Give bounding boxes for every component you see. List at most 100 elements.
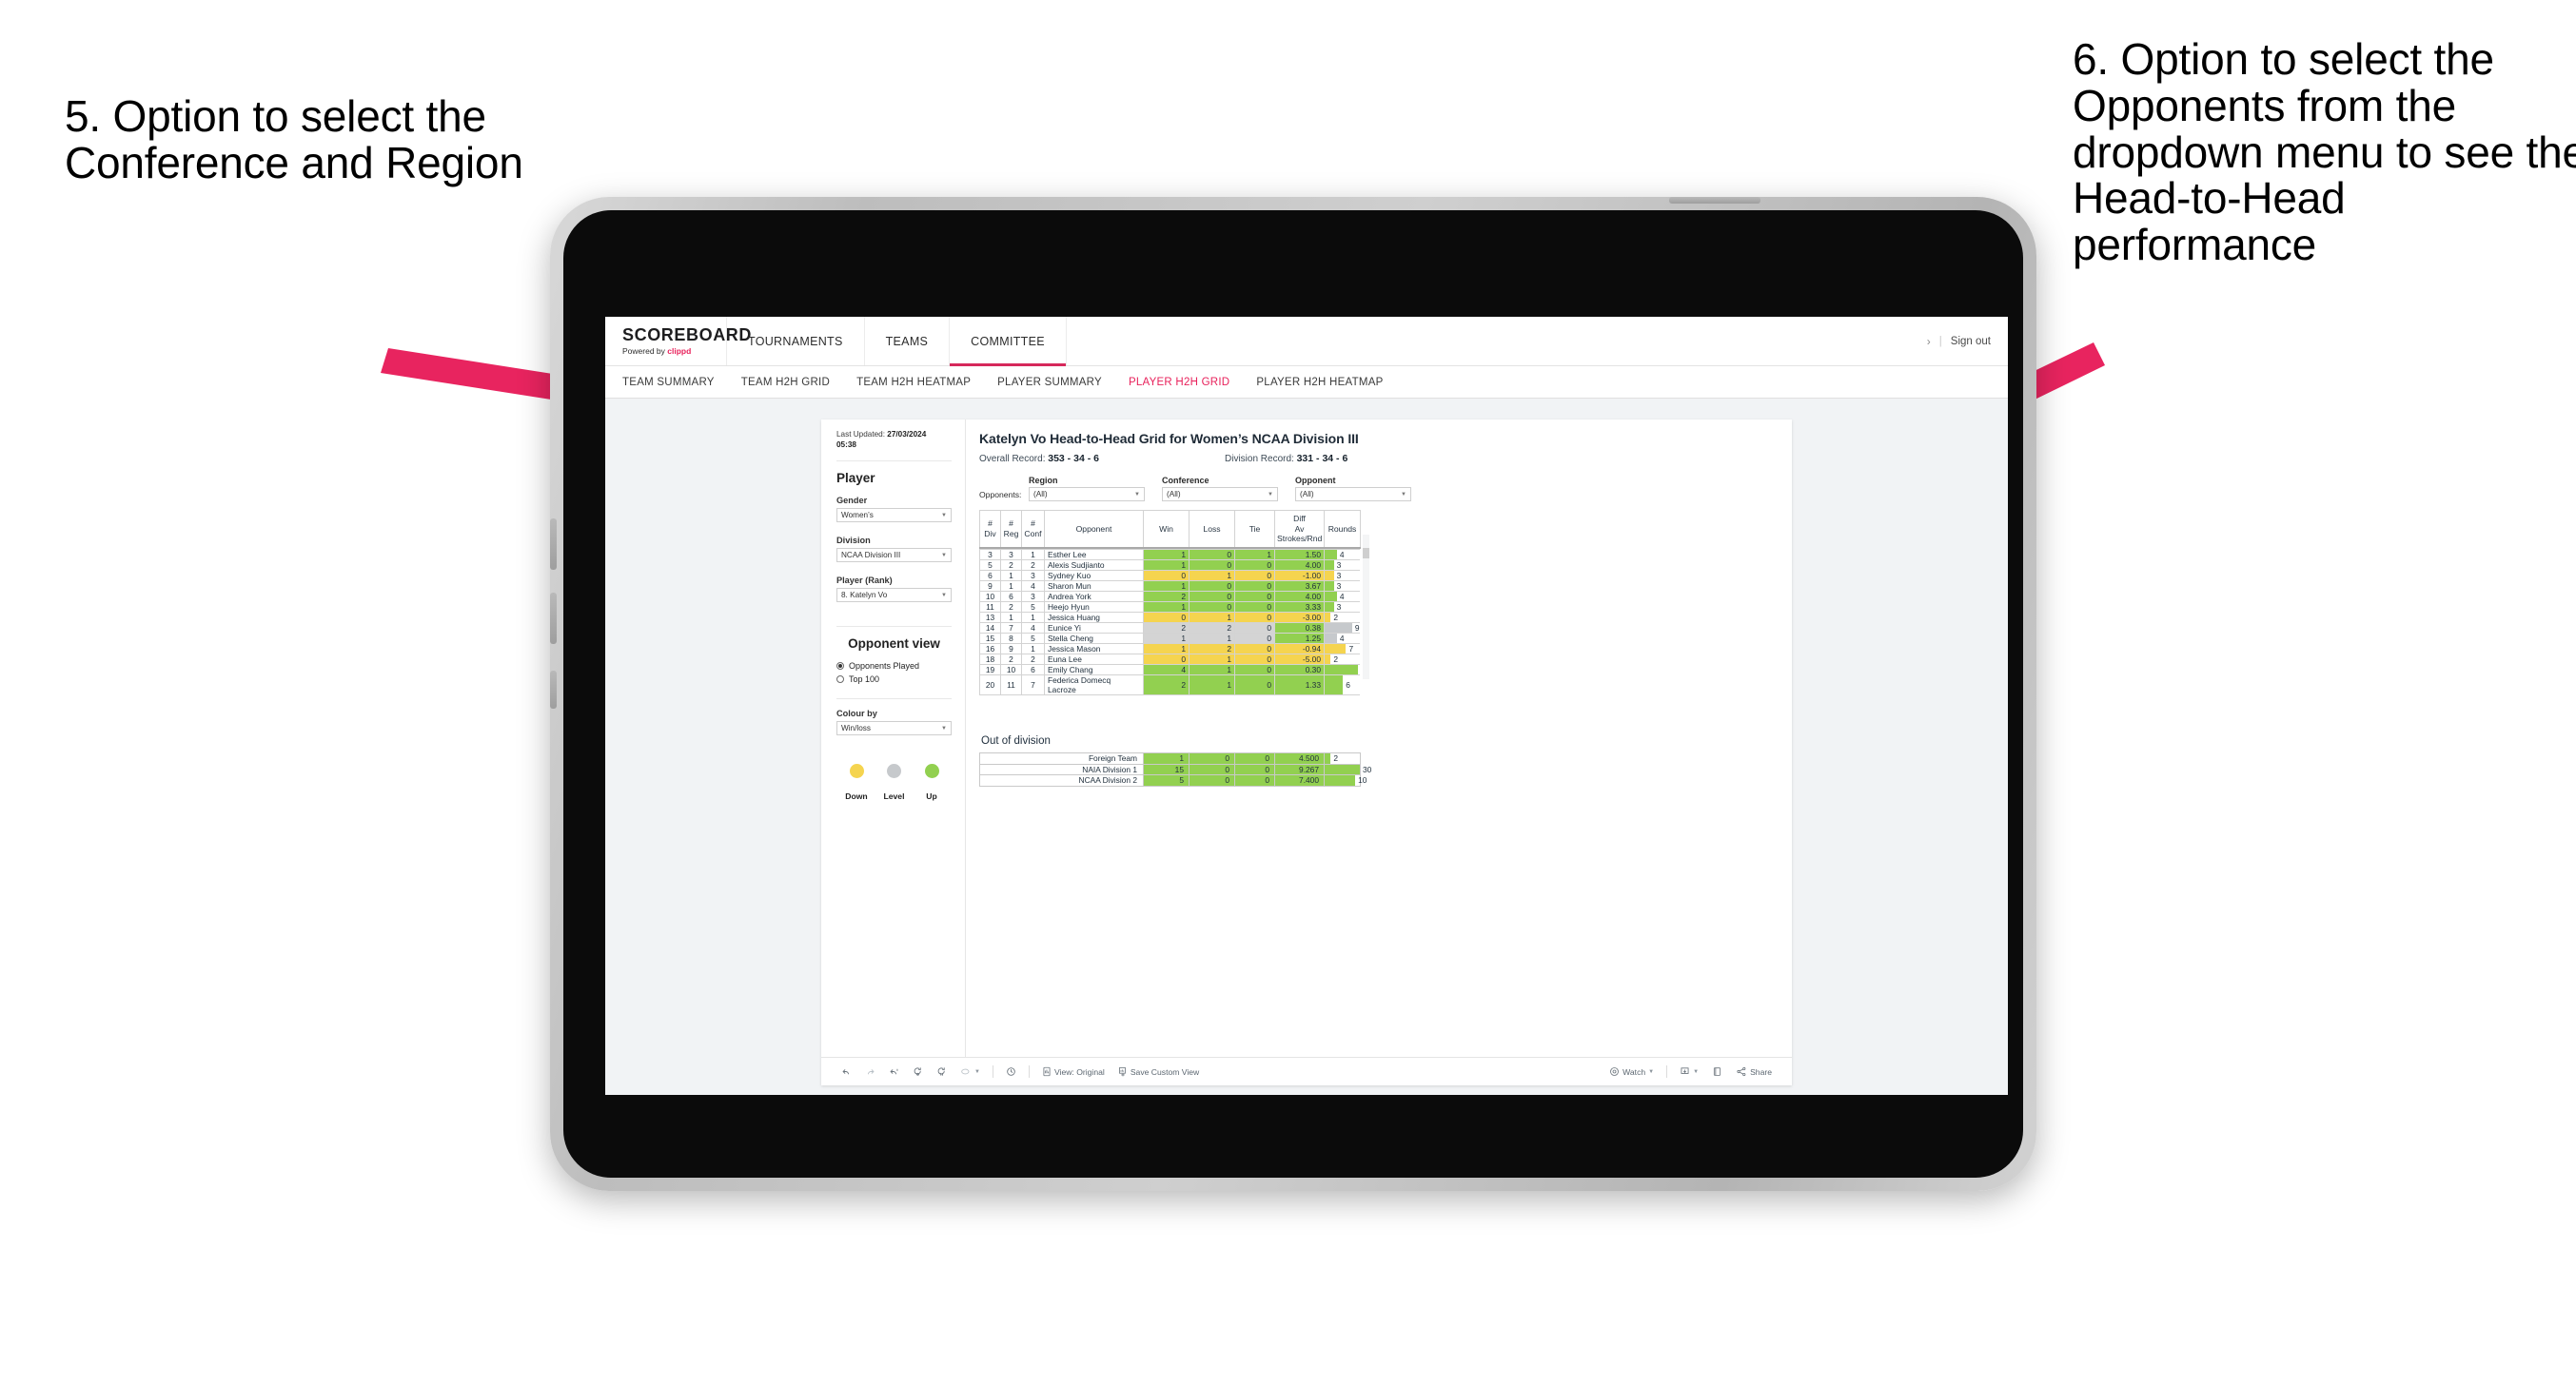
player-section-heading: Player xyxy=(836,471,875,486)
rounds-value: 3 xyxy=(1336,581,1342,592)
gender-label: Gender xyxy=(836,496,868,506)
gender-select[interactable]: Women’s ▼ xyxy=(836,508,952,523)
rounds-cell: 6 xyxy=(1324,674,1360,696)
refresh-data-button[interactable] xyxy=(906,1066,930,1077)
brand-logo[interactable]: SCOREBOARD Powered by clippd xyxy=(605,317,751,365)
download-button[interactable]: ▼ xyxy=(1673,1066,1705,1077)
cell-loss: 1 xyxy=(1189,664,1235,676)
column-header-2[interactable]: # Conf xyxy=(1021,510,1045,550)
opponent-filters: Opponents: Region (All) ▼ Conference (Al… xyxy=(979,476,1775,501)
volume-down-button[interactable] xyxy=(550,593,557,644)
cell-diff: 4.500 xyxy=(1274,752,1325,765)
cell-diff: 1.50 xyxy=(1274,549,1325,561)
table-row[interactable]: 3 3 1 Esther Lee 1 0 1 1.50 4 xyxy=(979,549,1360,561)
topnav-committee[interactable]: COMMITTEE xyxy=(950,317,1067,366)
cell-opponent: Jessica Huang xyxy=(1044,612,1144,624)
cell-diff: -0.94 xyxy=(1274,643,1325,655)
player-rank-select[interactable]: 8. Katelyn Vo ▼ xyxy=(836,588,952,603)
revert-button[interactable] xyxy=(882,1066,906,1077)
division-select[interactable]: NCAA Division III ▼ xyxy=(836,548,952,563)
cell-opponent: Sharon Mun xyxy=(1044,580,1144,593)
column-header-6[interactable]: Tie xyxy=(1234,510,1275,550)
ood-row[interactable]: Foreign Team 1 0 0 4.500 2 xyxy=(979,752,1361,765)
undo-button[interactable] xyxy=(835,1066,858,1077)
volume-up-button[interactable] xyxy=(550,518,557,570)
cell-loss: 0 xyxy=(1189,549,1235,561)
column-header-3[interactable]: Opponent xyxy=(1044,510,1144,550)
fullscreen-button[interactable] xyxy=(1705,1066,1729,1077)
column-header-5[interactable]: Loss xyxy=(1189,510,1235,550)
pause-updates-button[interactable] xyxy=(930,1066,954,1077)
table-row[interactable]: 15 8 5 Stella Cheng 1 1 0 1.25 4 xyxy=(979,633,1360,645)
subnav-team-summary[interactable]: TEAM SUMMARY xyxy=(622,377,715,388)
topnav-tournaments[interactable]: TOURNAMENTS xyxy=(727,317,865,365)
cell-win: 0 xyxy=(1143,654,1190,666)
column-header-8[interactable]: Rounds xyxy=(1324,510,1361,550)
topnav-teams[interactable]: TEAMS xyxy=(865,317,951,365)
table-row[interactable]: 11 2 5 Heejo Hyun 1 0 0 3.33 3 xyxy=(979,601,1360,614)
column-header-0[interactable]: # Div xyxy=(979,510,1001,550)
table-row[interactable]: 5 2 2 Alexis Sudjianto 1 0 0 4.00 3 xyxy=(979,559,1360,572)
table-row[interactable]: 9 1 4 Sharon Mun 1 0 0 3.67 3 xyxy=(979,580,1360,593)
radio-top-100[interactable]: Top 100 xyxy=(836,674,952,684)
subnav-player-h2h-heatmap[interactable]: PLAYER H2H HEATMAP xyxy=(1256,377,1383,388)
column-header-1[interactable]: # Reg xyxy=(1000,510,1022,550)
cell-diff: 0.38 xyxy=(1274,622,1325,634)
conference-filter: Conference (All) ▼ xyxy=(1162,476,1278,501)
view-original-button[interactable]: View: Original xyxy=(1035,1066,1111,1077)
gender-value: Women’s xyxy=(841,511,874,520)
records-row: Overall Record: 353 - 34 - 6 Division Re… xyxy=(979,453,1775,464)
highlight-button[interactable]: ▼ xyxy=(954,1066,987,1077)
chevron-right-icon[interactable]: › xyxy=(1927,335,1931,348)
watch-button[interactable]: Watch ▼ xyxy=(1603,1066,1661,1077)
rounds-value: 10 xyxy=(1358,775,1367,786)
column-header-7[interactable]: Diff Av Strokes/Rnd xyxy=(1274,510,1325,550)
scrollbar-thumb[interactable] xyxy=(1363,548,1369,558)
table-row[interactable]: 20 11 7 Federica Domecq Lacroze 2 1 0 1.33 6 xyxy=(979,674,1360,696)
save-custom-view-button[interactable]: Save Custom View xyxy=(1111,1066,1206,1077)
cell-div: 19 xyxy=(979,664,1001,676)
table-row[interactable]: 6 1 3 Sydney Kuo 0 1 0 -1.00 3 xyxy=(979,570,1360,582)
table-row[interactable]: 16 9 1 Jessica Mason 1 2 0 -0.94 7 xyxy=(979,643,1360,655)
dashboard-canvas: Last Updated: 27/03/2024 05:38 Player Ge… xyxy=(605,399,2008,1095)
cell-win: 1 xyxy=(1143,549,1190,561)
conference-select[interactable]: (All) ▼ xyxy=(1162,487,1278,501)
table-row[interactable]: 19106Emily Chang4100.3011 xyxy=(979,664,1360,676)
subnav-team-h2h-heatmap[interactable]: TEAM H2H HEATMAP xyxy=(856,377,971,388)
sign-out-link[interactable]: Sign out xyxy=(1951,336,1991,347)
table-vertical-scrollbar[interactable] xyxy=(1363,535,1369,679)
cell-opponent: Heejo Hyun xyxy=(1044,601,1144,614)
brand-powered-by: Powered by clippd xyxy=(622,346,692,356)
subnav-team-h2h-grid[interactable]: TEAM H2H GRID xyxy=(741,377,830,388)
redo-button[interactable] xyxy=(858,1066,882,1077)
table-row[interactable]: 13 1 1 Jessica Huang 0 1 0 -3.00 2 xyxy=(979,612,1360,624)
cell-conf: 2 xyxy=(1021,559,1045,572)
share-button[interactable]: Share xyxy=(1729,1066,1779,1077)
table-row[interactable]: 18 2 2 Euna Lee 0 1 0 -5.00 2 xyxy=(979,654,1360,666)
ood-row[interactable]: NAIA Division 1 15 0 0 9.267 30 xyxy=(979,763,1371,776)
side-button[interactable] xyxy=(550,671,557,709)
main-panel: Katelyn Vo Head-to-Head Grid for Women’s… xyxy=(966,420,1792,1057)
opponent-select[interactable]: (All) ▼ xyxy=(1295,487,1411,501)
tablet-screen: SCOREBOARD Powered by clippd TOURNAMENTS… xyxy=(605,317,2008,1095)
bottom-toolbar: ▼ View: Original Save Custom View Watch … xyxy=(821,1057,1792,1085)
ood-row[interactable]: NCAA Division 2 5 0 0 7.400 10 xyxy=(979,774,1367,787)
rounds-value: 11 xyxy=(1358,665,1360,674)
power-button[interactable] xyxy=(1669,197,1760,204)
cell-conf: 7 xyxy=(1021,674,1045,696)
radio-opponents-played[interactable]: Opponents Played xyxy=(836,661,952,671)
cell-loss: 1 xyxy=(1189,633,1235,645)
table-row[interactable]: 10 6 3 Andrea York 2 0 0 4.00 4 xyxy=(979,591,1360,603)
history-button[interactable] xyxy=(999,1066,1023,1077)
cell-win: 4 xyxy=(1143,664,1190,676)
table-row[interactable]: 14 7 4 Eunice Yi 2 2 0 0.38 9 xyxy=(979,622,1360,634)
column-header-4[interactable]: Win xyxy=(1143,510,1190,550)
save-custom-view-label: Save Custom View xyxy=(1130,1066,1200,1077)
rounds-value: 4 xyxy=(1339,592,1345,602)
subnav-player-h2h-grid[interactable]: PLAYER H2H GRID xyxy=(1129,377,1229,388)
subnav-player-summary[interactable]: PLAYER SUMMARY xyxy=(997,377,1102,388)
cell-loss: 2 xyxy=(1189,622,1235,634)
colour-by-select[interactable]: Win/loss ▼ xyxy=(836,721,952,736)
player-rank-value: 8. Katelyn Vo xyxy=(841,591,888,600)
region-select[interactable]: (All) ▼ xyxy=(1029,487,1145,501)
